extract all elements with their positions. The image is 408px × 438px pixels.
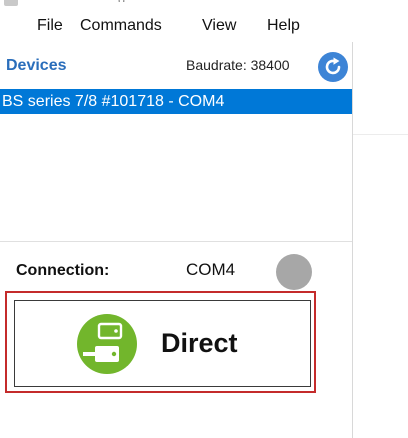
direct-button-label: Direct	[161, 328, 238, 358]
section-divider	[0, 241, 352, 242]
devices-header: Devices	[6, 57, 67, 74]
menu-commands[interactable]: Commands	[80, 17, 162, 35]
baudrate-label: Baudrate: 38400	[186, 57, 290, 73]
connection-label: Connection:	[16, 262, 110, 279]
connection-status-indicator	[276, 254, 312, 290]
device-list-item-label: BS series 7/8 #101718 - COM4	[2, 93, 225, 110]
menu-bar: File Commands View Help	[0, 10, 408, 42]
panel-divider[interactable]	[352, 42, 353, 438]
app-icon	[4, 0, 18, 6]
direct-connect-button[interactable]: Direct	[14, 300, 311, 387]
refresh-icon	[325, 57, 341, 75]
menu-view[interactable]: View	[202, 17, 236, 35]
menu-file[interactable]: File	[37, 17, 63, 35]
refresh-button[interactable]	[318, 52, 348, 82]
menu-help[interactable]: Help	[267, 17, 300, 35]
window-title: g	[118, 0, 125, 2]
device-list-item-selected[interactable]: BS series 7/8 #101718 - COM4	[0, 89, 352, 114]
title-bar: g	[0, 0, 408, 10]
direct-connection-icon	[77, 314, 137, 374]
right-panel-separator	[353, 134, 408, 135]
connection-port-value: COM4	[186, 260, 236, 279]
